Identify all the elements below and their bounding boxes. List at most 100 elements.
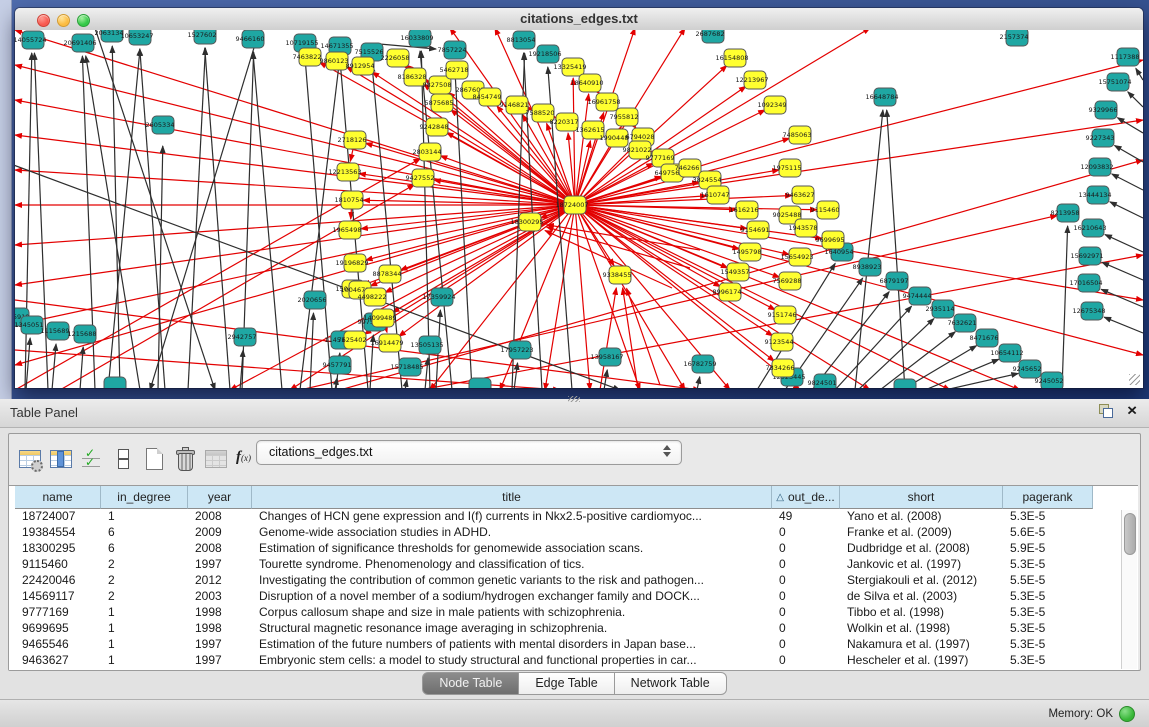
table-row[interactable]: 1830029562008Estimation of significance … [15, 541, 1120, 557]
graph-node[interactable]: 12213563 [328, 163, 361, 181]
cell-outde[interactable]: 0 [772, 573, 840, 589]
select-rows-icon[interactable]: ✓✓ [79, 446, 105, 472]
cell-indegree[interactable]: 1 [101, 637, 188, 653]
graph-node[interactable]: 14055724 [15, 31, 47, 49]
table-row[interactable]: 911546021997Tourette syndrome. Phenomeno… [15, 557, 1120, 573]
graph-edge[interactable] [1062, 226, 1068, 388]
cell-name[interactable]: 9463627 [15, 653, 101, 669]
cell-pagerank[interactable]: 5.3E-5 [1003, 605, 1093, 621]
graph-node[interactable]: 7334266 [766, 359, 795, 377]
table-selector-dropdown[interactable]: citations_edges.txt [256, 440, 682, 465]
cell-year[interactable]: 1997 [188, 557, 252, 573]
graph-node[interactable]: 16961758 [587, 93, 620, 111]
graph-node[interactable]: 2687682 [696, 30, 725, 43]
graph-node[interactable]: 9474444 [903, 287, 932, 305]
graph-node[interactable]: 1616216 [730, 201, 759, 219]
network-window-titlebar[interactable]: citations_edges.txt [15, 8, 1143, 31]
cell-name[interactable]: 22420046 [15, 573, 101, 589]
cell-outde[interactable]: 0 [772, 541, 840, 557]
graph-node[interactable]: 2605334 [146, 116, 175, 134]
graph-node[interactable]: 9227343 [1086, 129, 1115, 147]
graph-node[interactable]: 9338455 [603, 266, 632, 284]
window-resize-grip[interactable] [1129, 374, 1140, 385]
cell-indegree[interactable]: 2 [101, 573, 188, 589]
graph-edge[interactable] [366, 205, 575, 260]
cell-name[interactable]: 9465546 [15, 637, 101, 653]
graph-edge[interactable] [1110, 202, 1143, 218]
cell-title[interactable]: Embryonic stem cells: a model to study s… [252, 653, 772, 669]
new-file-icon[interactable] [141, 446, 167, 472]
graph-node[interactable]: 9123544 [765, 333, 794, 351]
cell-title[interactable]: Disruption of a novel member of a sodium… [252, 589, 772, 605]
graph-node[interactable]: 16648784 [865, 88, 898, 106]
graph-node[interactable]: 8813054 [507, 31, 536, 49]
column-header-outde[interactable]: △out_de... [772, 486, 840, 509]
table-row[interactable]: 1938455462009Genome-wide association stu… [15, 525, 1120, 541]
graph-node[interactable]: 9466160 [236, 30, 265, 48]
cell-pagerank[interactable]: 5.3E-5 [1003, 589, 1093, 605]
graph-node[interactable]: 15692971 [1070, 247, 1103, 265]
table-row[interactable]: 1872400712008Changes of HCN gene express… [15, 509, 1120, 525]
graph-node[interactable] [469, 378, 491, 388]
graph-node[interactable]: 1495798 [733, 243, 762, 261]
cell-year[interactable]: 1997 [188, 653, 252, 669]
tab-node-table[interactable]: Node Table [422, 672, 519, 695]
row-height-icon[interactable] [110, 446, 136, 472]
cell-title[interactable]: Estimation of the future numbers of pati… [252, 637, 772, 653]
delete-table-icon[interactable] [172, 446, 198, 472]
cell-short[interactable]: Stergiakouli et al. (2012) [840, 573, 1003, 589]
cell-year[interactable]: 2008 [188, 541, 252, 557]
graph-node[interactable]: 9154691 [741, 221, 770, 239]
graph-edge[interactable] [697, 377, 700, 388]
cell-year[interactable]: 2003 [188, 589, 252, 605]
cell-pagerank[interactable]: 5.3E-5 [1003, 557, 1093, 573]
table-settings-icon[interactable] [17, 446, 43, 472]
cell-title[interactable]: Estimation of significance thresholds fo… [252, 541, 772, 557]
graph-node[interactable]: 13444134 [1078, 186, 1111, 204]
table-row[interactable]: 969969511998Structural magnetic resonanc… [15, 621, 1120, 637]
graph-node[interactable]: 1527602 [188, 30, 217, 44]
graph-node[interactable]: 16033809 [400, 30, 433, 47]
graph-edge[interactable] [15, 205, 575, 365]
cell-outde[interactable]: 0 [772, 637, 840, 653]
cell-short[interactable]: de Silva et al. (2003) [840, 589, 1003, 605]
table-scrollbar-thumb[interactable] [1124, 513, 1136, 555]
graph-node[interactable]: 9824501 [808, 374, 837, 388]
graph-edge[interactable] [887, 110, 905, 388]
graph-edge[interactable] [253, 52, 282, 388]
cell-short[interactable]: Dudbridge et al. (2008) [840, 541, 1003, 557]
close-icon[interactable]: × [1127, 405, 1137, 418]
column-header-year[interactable]: year [188, 486, 252, 509]
graph-edge[interactable] [15, 205, 575, 325]
cell-title[interactable]: Corpus callosum shape and size in male p… [252, 605, 772, 621]
column-header-pagerank[interactable]: pagerank [1003, 486, 1093, 509]
graph-edge[interactable] [1115, 146, 1143, 162]
graph-node[interactable]: 9329966 [1089, 101, 1118, 119]
cell-indegree[interactable]: 1 [101, 605, 188, 621]
cell-short[interactable]: Jankovic et al. (1997) [840, 557, 1003, 573]
graph-node[interactable]: 13505135 [410, 336, 443, 354]
graph-edge[interactable] [310, 313, 314, 388]
cell-indegree[interactable]: 2 [101, 589, 188, 605]
cell-name[interactable]: 9699695 [15, 621, 101, 637]
cell-name[interactable]: 19384554 [15, 525, 101, 541]
cell-title[interactable]: Structural magnetic resonance image aver… [252, 621, 772, 637]
graph-node[interactable]: 13958167 [590, 348, 623, 366]
graph-node[interactable]: 17957223 [500, 341, 533, 359]
cell-outde[interactable]: 0 [772, 525, 840, 541]
column-header-short[interactable]: short [840, 486, 1003, 509]
table-row[interactable]: 946362711997Embryonic stem cells: a mode… [15, 653, 1120, 669]
graph-node[interactable]: 16154808 [715, 49, 748, 67]
graph-node[interactable]: 7857224 [438, 41, 467, 59]
cell-year[interactable]: 1998 [188, 621, 252, 637]
graph-node[interactable]: 15751074 [1098, 73, 1131, 91]
cell-year[interactable]: 2008 [188, 509, 252, 525]
cell-title[interactable]: Changes of HCN gene expression and I(f) … [252, 509, 772, 525]
cell-indegree[interactable]: 1 [101, 653, 188, 669]
graph-node[interactable]: 7569288 [773, 272, 802, 290]
network-canvas[interactable]: 1405572420691406206313410653247152760294… [15, 30, 1143, 388]
graph-edge[interactable] [15, 205, 575, 245]
cell-short[interactable]: Hescheler et al. (1997) [840, 653, 1003, 669]
graph-node[interactable]: 18640910 [570, 74, 603, 92]
graph-edge[interactable] [623, 288, 638, 388]
